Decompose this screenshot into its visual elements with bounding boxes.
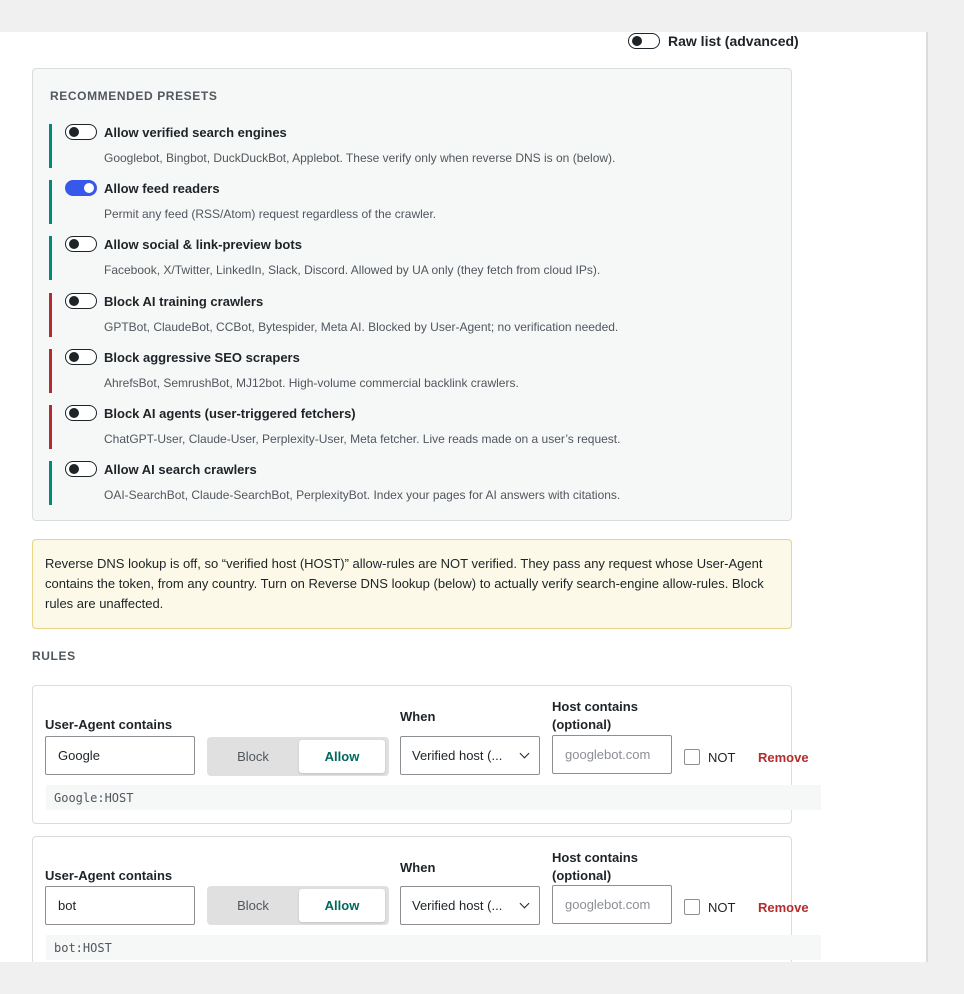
when-select[interactable]: Verified host (... bbox=[400, 736, 540, 775]
ua-input[interactable]: bot bbox=[45, 886, 195, 925]
preset-toggle[interactable] bbox=[65, 461, 97, 477]
host-field-label: Host contains (optional) bbox=[552, 849, 638, 885]
not-checkbox[interactable] bbox=[684, 749, 700, 765]
presets-title: RECOMMENDED PRESETS bbox=[50, 89, 218, 103]
preset-description: Googlebot, Bingbot, DuckDuckBot, Applebo… bbox=[104, 151, 616, 165]
toggle-knob bbox=[69, 127, 79, 137]
preset-title: Block AI agents (user-triggered fetchers… bbox=[104, 406, 356, 421]
rules-section-title: RULES bbox=[32, 649, 76, 663]
block-option[interactable]: Block bbox=[210, 740, 296, 773]
reverse-dns-notice: Reverse DNS lookup is off, so “verified … bbox=[32, 539, 792, 629]
preset-title: Allow verified search engines bbox=[104, 125, 287, 140]
preset-verified-search-engines: Allow verified search engines Googlebot,… bbox=[49, 124, 769, 168]
host-label-line: Host contains bbox=[552, 699, 638, 714]
preset-description: Permit any feed (RSS/Atom) request regar… bbox=[104, 207, 437, 221]
rule-card: User-Agent contains Google Block Allow W… bbox=[32, 685, 821, 824]
ua-field-label: User-Agent contains bbox=[45, 868, 173, 883]
toggle-knob bbox=[69, 408, 79, 418]
remove-rule-button[interactable]: Remove bbox=[758, 900, 809, 915]
preset-description: GPTBot, ClaudeBot, CCBot, Bytespider, Me… bbox=[104, 320, 619, 334]
toggle-knob bbox=[69, 239, 79, 249]
preset-toggle[interactable] bbox=[65, 293, 97, 309]
chevron-down-icon bbox=[519, 748, 530, 759]
preset-description: OAI-SearchBot, Claude-SearchBot, Perplex… bbox=[104, 488, 621, 502]
ua-field-label: User-Agent contains bbox=[45, 717, 173, 732]
host-input[interactable]: googlebot.com bbox=[552, 885, 672, 924]
rule-preview: bot:HOST bbox=[46, 935, 821, 960]
preset-ai-search-crawlers: Allow AI search crawlers OAI-SearchBot, … bbox=[49, 461, 769, 505]
preset-title: Allow AI search crawlers bbox=[104, 462, 257, 477]
preset-title: Block aggressive SEO scrapers bbox=[104, 350, 300, 365]
when-select[interactable]: Verified host (... bbox=[400, 886, 540, 925]
block-option[interactable]: Block bbox=[210, 889, 296, 922]
not-checkbox[interactable] bbox=[684, 899, 700, 915]
settings-panel: Raw list (advanced) RECOMMENDED PRESETS … bbox=[0, 32, 926, 962]
panel-edge bbox=[926, 32, 928, 962]
preset-description: Facebook, X/Twitter, LinkedIn, Slack, Di… bbox=[104, 263, 601, 277]
host-input[interactable]: googlebot.com bbox=[552, 735, 672, 774]
rule-card: User-Agent contains bot Block Allow When… bbox=[32, 836, 821, 962]
rule-preview: Google:HOST bbox=[46, 785, 821, 810]
when-select-value: Verified host (... bbox=[412, 898, 503, 913]
raw-list-toggle[interactable] bbox=[628, 33, 660, 49]
preset-toggle[interactable] bbox=[65, 124, 97, 140]
preset-title: Allow social & link-preview bots bbox=[104, 237, 302, 252]
raw-list-label: Raw list (advanced) bbox=[668, 33, 799, 49]
preset-feed-readers: Allow feed readers Permit any feed (RSS/… bbox=[49, 180, 769, 224]
preset-ai-training-crawlers: Block AI training crawlers GPTBot, Claud… bbox=[49, 293, 769, 337]
raw-list-toggle-row: Raw list (advanced) bbox=[628, 32, 799, 50]
preset-seo-scrapers: Block aggressive SEO scrapers AhrefsBot,… bbox=[49, 349, 769, 393]
preset-toggle[interactable] bbox=[65, 349, 97, 365]
action-segmented-control: Block Allow bbox=[207, 886, 389, 925]
when-field-label: When bbox=[400, 709, 436, 724]
preset-title: Allow feed readers bbox=[104, 181, 220, 196]
ua-input[interactable]: Google bbox=[45, 736, 195, 775]
recommended-presets: RECOMMENDED PRESETS Allow verified searc… bbox=[32, 68, 792, 521]
toggle-knob bbox=[632, 36, 642, 46]
allow-option[interactable]: Allow bbox=[299, 889, 385, 922]
toggle-knob bbox=[84, 183, 94, 193]
chevron-down-icon bbox=[519, 898, 530, 909]
allow-option[interactable]: Allow bbox=[299, 740, 385, 773]
preset-description: ChatGPT-User, Claude-User, Perplexity-Us… bbox=[104, 432, 621, 446]
preset-toggle[interactable] bbox=[65, 236, 97, 252]
host-label-optional: (optional) bbox=[552, 717, 612, 732]
when-select-value: Verified host (... bbox=[412, 748, 503, 763]
action-segmented-control: Block Allow bbox=[207, 737, 389, 776]
remove-rule-button[interactable]: Remove bbox=[758, 750, 809, 765]
when-field-label: When bbox=[400, 860, 436, 875]
host-label-optional: (optional) bbox=[552, 868, 612, 883]
toggle-knob bbox=[69, 352, 79, 362]
preset-description: AhrefsBot, SemrushBot, MJ12bot. High-vol… bbox=[104, 376, 519, 390]
host-label-line: Host contains bbox=[552, 850, 638, 865]
preset-title: Block AI training crawlers bbox=[104, 294, 264, 309]
host-field-label: Host contains (optional) bbox=[552, 698, 638, 734]
toggle-knob bbox=[69, 464, 79, 474]
preset-toggle[interactable] bbox=[65, 180, 97, 196]
toggle-knob bbox=[69, 296, 79, 306]
preset-social-bots: Allow social & link-preview bots Faceboo… bbox=[49, 236, 769, 280]
not-label: NOT bbox=[708, 900, 736, 915]
preset-toggle[interactable] bbox=[65, 405, 97, 421]
not-label: NOT bbox=[708, 750, 736, 765]
preset-ai-agents: Block AI agents (user-triggered fetchers… bbox=[49, 405, 769, 449]
